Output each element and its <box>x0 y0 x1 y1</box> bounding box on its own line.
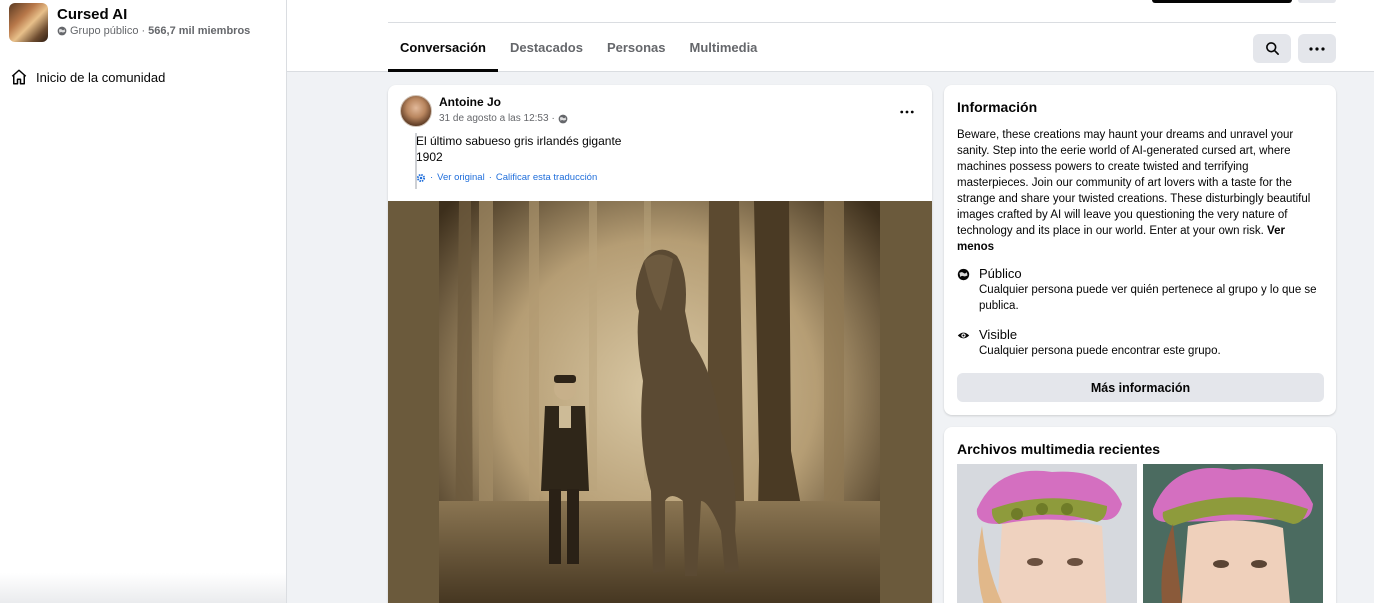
meta-separator: · <box>141 25 146 37</box>
public-row: Público Cualquier persona puede ver quié… <box>957 266 1319 314</box>
post-text-line: El último sabueso gris irlandés gigante <box>416 134 622 148</box>
more-horizontal-icon <box>1309 46 1325 51</box>
post-text-line: 1902 <box>416 150 443 164</box>
post-meta-separator: · <box>551 113 555 124</box>
translation-separator: · <box>488 172 492 183</box>
group-name[interactable]: Cursed AI <box>57 6 250 24</box>
tab-people[interactable]: Personas <box>595 23 678 72</box>
group-cover-thumbnail[interactable] <box>9 2 48 42</box>
group-header[interactable]: Cursed AI Grupo público · 566,7 mil miem… <box>0 0 286 44</box>
gear-icon <box>416 173 426 182</box>
sidebar-item-community-home[interactable]: Inicio de la comunidad <box>0 67 286 87</box>
globe-icon <box>57 26 67 36</box>
join-button-edge[interactable] <box>1152 0 1292 3</box>
more-info-button[interactable]: Más información <box>957 373 1324 402</box>
post-meta: 31 de agosto a las 12:53 · <box>439 113 568 124</box>
group-tab-bar: Conversación Destacados Personas Multime… <box>287 0 1374 72</box>
globe-icon <box>558 114 568 123</box>
visible-row: Visible Cualquier persona puede encontra… <box>957 327 1319 359</box>
public-description: Cualquier persona puede ver quién perten… <box>979 284 1317 312</box>
tabs: Conversación Destacados Personas Multime… <box>388 23 769 72</box>
visible-description: Cualquier persona puede encontrar este g… <box>979 345 1221 357</box>
visible-title: Visible <box>979 327 1018 342</box>
group-info: Cursed AI Grupo público · 566,7 mil miem… <box>57 6 250 38</box>
feed-post: Antoine Jo 31 de agosto a las 12:53 · El… <box>388 85 932 603</box>
home-icon <box>11 69 27 85</box>
left-sidebar: Cursed AI Grupo público · 566,7 mil miem… <box>0 0 287 603</box>
info-description-text: Beware, these creations may haunt your d… <box>957 129 1311 237</box>
post-photo-image[interactable] <box>439 201 880 603</box>
sidebar-item-label: Inicio de la comunidad <box>36 69 166 85</box>
group-meta: Grupo público · 566,7 mil miembros <box>57 24 250 38</box>
recent-media-title: Archivos multimedia recientes <box>957 441 1161 457</box>
info-card: Información Beware, these creations may … <box>944 85 1336 415</box>
more-horizontal-icon <box>900 110 914 114</box>
globe-icon <box>957 268 970 281</box>
group-privacy: Grupo público <box>70 25 139 37</box>
photo-illustration <box>439 201 880 603</box>
group-members[interactable]: 566,7 mil miembros <box>148 24 250 38</box>
public-text: Público Cualquier persona puede ver quié… <box>979 266 1319 314</box>
media-thumbnail-image <box>1143 464 1323 603</box>
tab-featured[interactable]: Destacados <box>498 23 595 72</box>
visible-text: Visible Cualquier persona puede encontra… <box>979 327 1319 359</box>
media-thumbnail-image <box>957 464 1137 603</box>
post-photo[interactable] <box>388 201 932 603</box>
tab-media[interactable]: Multimedia <box>678 23 770 72</box>
media-thumbnail[interactable] <box>957 464 1137 603</box>
sidebar-bottom-shadow <box>0 573 287 603</box>
info-description: Beware, these creations may haunt your d… <box>957 127 1323 255</box>
post-header: Antoine Jo 31 de agosto a las 12:53 · <box>400 95 568 127</box>
eye-icon <box>957 332 970 339</box>
public-title: Público <box>979 266 1022 281</box>
info-title: Información <box>957 99 1038 115</box>
avatar[interactable] <box>400 95 432 127</box>
post-author[interactable]: Antoine Jo <box>439 95 568 110</box>
search-icon <box>1265 42 1279 55</box>
post-timestamp[interactable]: 31 de agosto a las 12:53 <box>439 113 549 124</box>
author-block: Antoine Jo 31 de agosto a las 12:53 · <box>439 95 568 127</box>
rate-translation-link[interactable]: Calificar esta traducción <box>496 172 597 183</box>
search-button[interactable] <box>1253 34 1291 63</box>
post-options-button[interactable] <box>900 101 914 119</box>
dropdown-button-edge[interactable] <box>1298 0 1336 3</box>
post-text: El último sabueso gris irlandés gigante … <box>416 133 621 165</box>
tab-conversation[interactable]: Conversación <box>388 23 498 72</box>
more-options-button[interactable] <box>1298 34 1336 63</box>
media-thumbnail[interactable] <box>1143 464 1323 603</box>
translation-separator: · <box>430 172 434 183</box>
recent-media-card: Archivos multimedia recientes <box>944 427 1336 603</box>
translation-bar: · Ver original · Calificar esta traducci… <box>416 172 597 183</box>
see-original-link[interactable]: Ver original <box>437 172 485 183</box>
